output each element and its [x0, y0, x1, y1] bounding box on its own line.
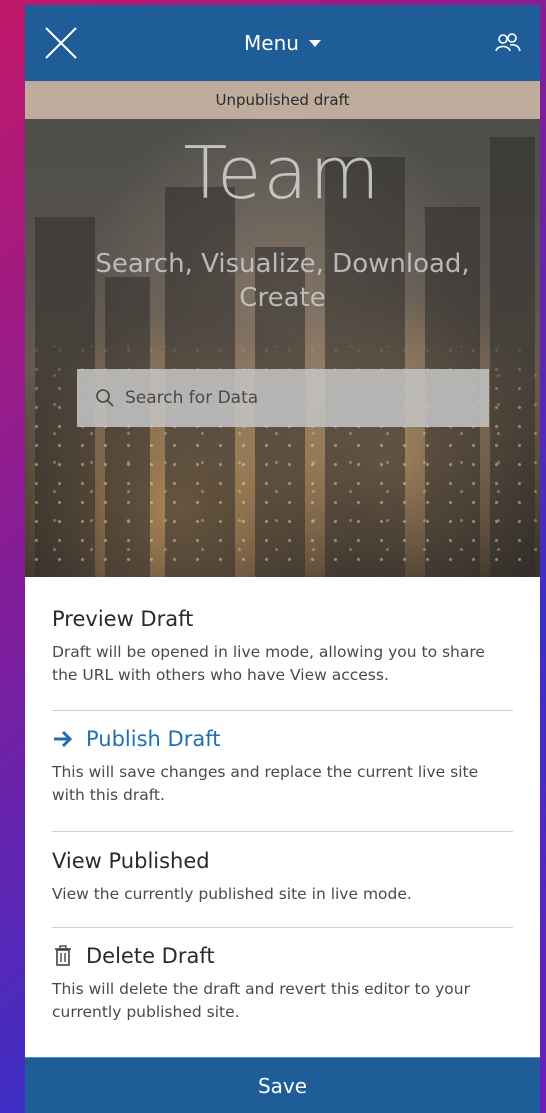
top-bar: Menu: [25, 5, 540, 81]
trash-icon: [55, 945, 71, 966]
view-published-title: View Published: [52, 849, 210, 873]
preview-draft-item[interactable]: Preview Draft Draft will be opened in li…: [52, 607, 513, 687]
publish-draft-item[interactable]: Publish Draft This will save changes and…: [52, 727, 513, 807]
save-label: Save: [257, 1073, 308, 1098]
search-icon: [96, 389, 114, 407]
hero-banner: Team Search, Visualize, Download, Create: [25, 119, 540, 577]
close-icon: [45, 27, 77, 59]
save-button[interactable]: Save: [25, 1057, 540, 1113]
publish-draft-description: This will save changes and replace the c…: [52, 763, 479, 804]
preview-draft-title: Preview Draft: [52, 607, 194, 631]
close-button[interactable]: [43, 25, 79, 61]
draft-actions-menu: Preview Draft Draft will be opened in li…: [25, 577, 540, 1052]
publish-draft-title: Publish Draft: [86, 727, 221, 751]
menu-label: Menu: [244, 31, 299, 55]
users-icon: [495, 33, 521, 52]
preview-draft-description: Draft will be opened in live mode, allow…: [52, 643, 485, 684]
caret-down-icon: [308, 39, 321, 47]
site-title: Team: [183, 131, 382, 215]
banner-text: Unpublished draft: [215, 91, 350, 109]
divider: [52, 710, 513, 711]
app-screen: Menu Unpublished draft Team Search, Visu…: [25, 5, 540, 1113]
publish-draft-title-row: Publish Draft: [52, 727, 513, 751]
search-box[interactable]: [77, 369, 489, 427]
menu-dropdown-button[interactable]: Menu: [203, 5, 363, 81]
arrow-right-icon: [54, 730, 73, 748]
delete-draft-description: This will delete the draft and revert th…: [52, 980, 470, 1021]
delete-draft-item[interactable]: Delete Draft This will delete the draft …: [52, 944, 513, 1024]
view-published-item[interactable]: View Published View the currently publis…: [52, 849, 513, 906]
search-input[interactable]: [125, 388, 465, 408]
site-subtitle: Search, Visualize, Download, Create: [95, 249, 470, 313]
divider: [52, 831, 513, 832]
users-button[interactable]: [494, 31, 522, 55]
view-published-description: View the currently published site in liv…: [52, 885, 412, 903]
unpublished-draft-banner: Unpublished draft: [25, 81, 540, 119]
delete-draft-title: Delete Draft: [86, 944, 215, 968]
delete-draft-title-row: Delete Draft: [52, 944, 513, 968]
divider: [52, 927, 513, 928]
